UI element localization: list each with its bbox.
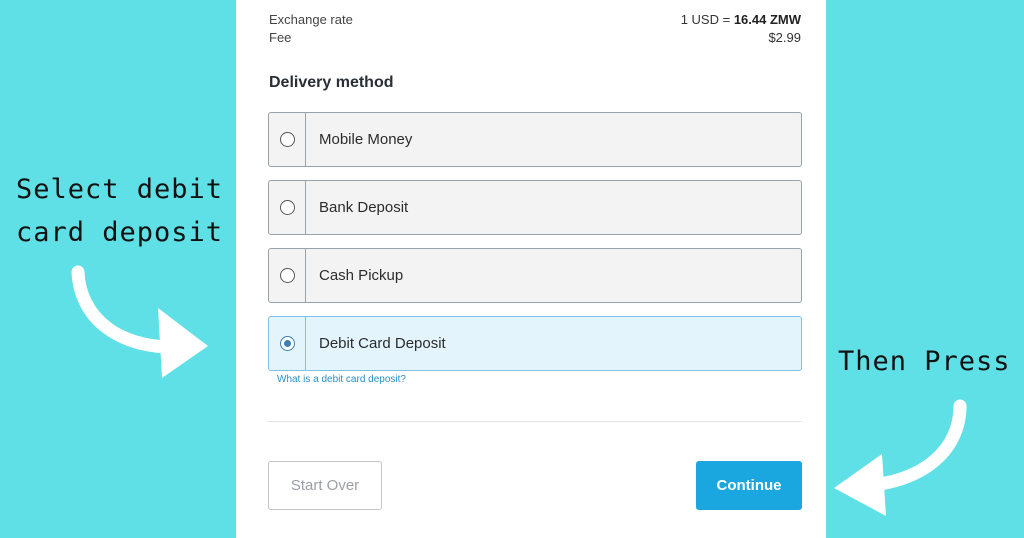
exchange-rate-row: Exchange rate 1 USD = 16.44 ZMW <box>269 12 801 27</box>
continue-button[interactable]: Continue <box>696 461 802 510</box>
option-label: Cash Pickup <box>319 267 404 284</box>
radio-button[interactable] <box>279 200 295 215</box>
annotation-then-press: Then Press <box>838 346 1011 377</box>
option-label: Bank Deposit <box>319 199 409 216</box>
option-label: Debit Card Deposit <box>319 335 446 352</box>
divider <box>268 421 802 422</box>
annotation-select-debit: Select debit card deposit <box>16 168 223 254</box>
exchange-rate-label: Exchange rate <box>269 12 353 27</box>
option-label: Mobile Money <box>319 131 413 148</box>
radio-cell <box>269 249 306 302</box>
option-debit-card-deposit[interactable]: Debit Card Deposit <box>268 316 802 371</box>
curved-arrow-left-icon <box>834 399 967 516</box>
fee-value: $2.99 <box>768 30 801 45</box>
annotation-line-2: card deposit <box>16 217 224 248</box>
curved-arrow-right-icon <box>71 265 208 378</box>
transfer-card: Exchange rate 1 USD = 16.44 ZMW Fee $2.9… <box>236 0 826 538</box>
debit-card-help-link[interactable]: What is a debit card deposit? <box>277 374 406 385</box>
start-over-button[interactable]: Start Over <box>268 461 382 510</box>
option-cash-pickup[interactable]: Cash Pickup <box>268 248 802 303</box>
exchange-rate-value: 1 USD = 16.44 ZMW <box>680 12 801 27</box>
radio-cell <box>269 181 306 234</box>
fee-row: Fee $2.99 <box>269 30 801 45</box>
radio-button[interactable] <box>279 268 295 283</box>
fee-label: Fee <box>269 30 292 45</box>
radio-button[interactable] <box>279 132 295 147</box>
annotation-line-1: Select debit <box>16 174 224 205</box>
option-mobile-money[interactable]: Mobile Money <box>268 112 802 167</box>
delivery-method-title: Delivery method <box>269 74 394 91</box>
radio-dot-icon <box>283 340 291 347</box>
option-bank-deposit[interactable]: Bank Deposit <box>268 180 802 235</box>
radio-cell <box>269 113 306 166</box>
radio-cell <box>269 317 306 370</box>
radio-button-selected[interactable] <box>279 336 295 351</box>
